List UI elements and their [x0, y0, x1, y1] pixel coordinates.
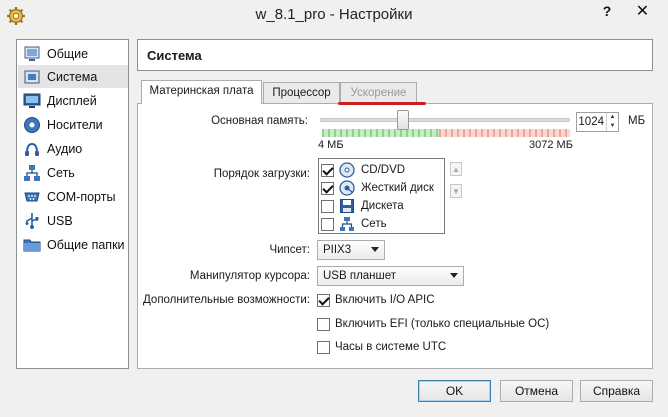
boot-order-list: CD/DVD Жесткий диск Дискета Сеть [318, 158, 445, 234]
sidebar-item-audio[interactable]: Аудио [18, 137, 128, 160]
sidebar-item-label: Система [47, 69, 98, 84]
io-apic-checkbox[interactable] [317, 293, 330, 307]
title-bar: w_8.1_pro - Настройки ? ✕ [0, 0, 668, 31]
efi-checkbox[interactable] [317, 317, 330, 331]
boot-device-label: Дискета [361, 200, 404, 212]
utc-clock-checkbox[interactable] [317, 340, 330, 354]
tab-acceleration[interactable]: Ускорение [340, 82, 417, 103]
sidebar-item-label: Аудио [47, 141, 83, 156]
sidebar-item-network[interactable]: Сеть [18, 161, 128, 184]
list-item[interactable]: Жесткий диск [321, 179, 443, 197]
spin-arrows-icon[interactable]: ▲ ▼ [606, 113, 618, 131]
shared-folders-icon [23, 239, 41, 251]
sidebar-item-system[interactable]: Система [18, 65, 128, 88]
pointing-device-value: USB планшет [323, 270, 397, 282]
boot-checkbox[interactable] [321, 163, 334, 177]
feature-label: Включить I/O APIC [335, 294, 435, 306]
memory-danger-range [439, 129, 570, 137]
sidebar-item-general[interactable]: Общие [18, 42, 128, 65]
list-item[interactable]: Дискета [321, 197, 443, 215]
sidebar-item-storage[interactable]: Носители [18, 113, 128, 136]
sidebar-item-label: Общие папки [47, 237, 125, 252]
help-title-button[interactable]: ? [597, 1, 617, 21]
general-icon [24, 46, 40, 61]
sidebar-item-label: Общие [47, 46, 89, 61]
list-item[interactable]: CD/DVD [321, 161, 443, 179]
network-boot-icon [340, 217, 354, 231]
system-icon [24, 70, 40, 83]
memory-slider-handle[interactable] [397, 110, 409, 130]
boot-checkbox[interactable] [321, 217, 334, 231]
serial-ports-icon [24, 192, 40, 201]
sidebar-item-label: Сеть [47, 165, 75, 180]
window-title: w_8.1_pro - Настройки [255, 6, 413, 23]
feature-label: Часы в системе UTC [335, 341, 447, 353]
move-down-button[interactable]: ▼ [450, 184, 462, 198]
memory-unit: МБ [628, 115, 646, 127]
tab-processor[interactable]: Процессор [263, 82, 340, 103]
close-button[interactable]: ✕ [620, 1, 665, 23]
move-up-button[interactable]: ▲ [450, 162, 462, 176]
memory-label: Основная память: [211, 115, 308, 127]
feature-io-apic[interactable]: Включить I/O APIC [317, 292, 435, 308]
boot-checkbox[interactable] [321, 199, 334, 213]
sidebar-item-label: Носители [47, 117, 103, 132]
memory-slider-track[interactable] [320, 118, 570, 122]
boot-device-label: CD/DVD [361, 164, 406, 176]
sidebar-item-label: COM-порты [47, 189, 116, 204]
sidebar-item-label: Дисплей [47, 93, 97, 108]
boot-order-label: Порядок загрузки: [213, 168, 310, 180]
memory-min-label: 4 МБ [318, 139, 344, 151]
sidebar-item-shared-folders[interactable]: Общие папки [18, 233, 128, 256]
display-icon [23, 93, 41, 108]
sidebar-item-serial-ports[interactable]: COM-порты [18, 185, 128, 208]
page-title: Система [147, 48, 202, 63]
ok-button[interactable]: OK [418, 380, 491, 402]
hard-disk-icon [339, 180, 355, 196]
usb-icon [25, 212, 39, 229]
help-button[interactable]: Справка [580, 380, 653, 402]
extended-features-label: Дополнительные возможности: [143, 294, 310, 306]
boot-device-label: Сеть [361, 218, 387, 230]
floppy-icon [340, 199, 354, 213]
audio-icon [25, 142, 39, 156]
section-header: Система [137, 39, 653, 71]
chevron-down-icon [450, 273, 458, 278]
boot-checkbox[interactable] [321, 181, 334, 195]
feature-efi[interactable]: Включить EFI (только специальные ОС) [317, 316, 549, 332]
feature-utc-clock[interactable]: Часы в системе UTC [317, 339, 446, 355]
settings-sidebar: Общие Система Дисплей Носители Аудио Сет… [16, 39, 129, 369]
tab-motherboard[interactable]: Материнская плата [141, 80, 262, 104]
chipset-select[interactable]: PIIX3 [317, 240, 385, 260]
sidebar-item-usb[interactable]: USB [18, 209, 128, 232]
cancel-button[interactable]: Отмена [500, 380, 573, 402]
pointing-device-label: Манипулятор курсора: [189, 270, 310, 282]
memory-max-label: 3072 МБ [529, 139, 573, 151]
cd-dvd-icon [339, 162, 355, 178]
sidebar-item-label: USB [47, 213, 73, 228]
list-item[interactable]: Сеть [321, 215, 443, 233]
sidebar-item-display[interactable]: Дисплей [18, 89, 128, 112]
storage-icon [24, 116, 40, 133]
pointing-device-select[interactable]: USB планшет [317, 266, 464, 286]
feature-label: Включить EFI (только специальные ОС) [335, 318, 550, 330]
memory-spinbox[interactable]: 1024 ▲ ▼ [576, 112, 619, 132]
boot-device-label: Жесткий диск [361, 182, 434, 194]
chipset-value: PIIX3 [323, 244, 352, 256]
tab-highlight-marker [338, 102, 426, 105]
chevron-down-icon [371, 247, 379, 252]
memory-value: 1024 [578, 116, 604, 128]
memory-safe-range [322, 129, 439, 137]
network-icon [24, 164, 40, 181]
chipset-label: Чипсет: [269, 244, 310, 256]
